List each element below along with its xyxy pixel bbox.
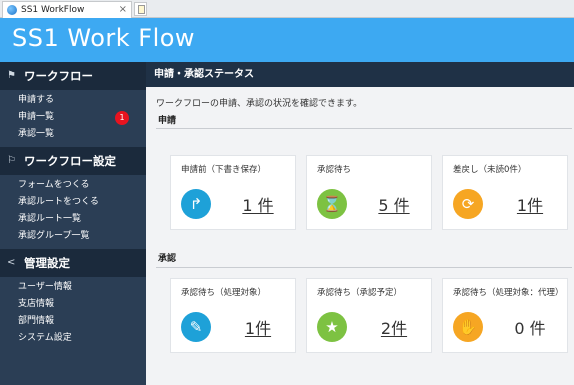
sidebar-item-route-list[interactable]: 承認ルート一覧 <box>0 211 146 228</box>
sidebar-item-create-form[interactable]: フォームをつくる <box>0 177 146 194</box>
sidebar-item-label: 申請する <box>18 95 55 105</box>
app-logo[interactable]: SS1 Work Flow <box>12 24 195 52</box>
sidebar-item-label: ユーザー情報 <box>18 282 72 292</box>
sidebar-item-user-info[interactable]: ユーザー情報 <box>0 279 146 296</box>
sidebar-item-department-info[interactable]: 部門情報 <box>0 313 146 330</box>
status-card-approval-proxy[interactable]: 承認待ち（処理対象：代理） ✋ 0 件 <box>442 278 568 353</box>
card-title: 承認待ち <box>317 165 352 175</box>
refresh-icon: ⟳ <box>453 189 483 219</box>
sidebar: ⚑ ワークフロー 申請する 申請一覧 1 承認一覧 ⚐ ワークフロー設定 フォー… <box>0 62 146 385</box>
group-label-approval: 承認 <box>158 254 177 264</box>
sidebar-item-label: 承認ルートをつくる <box>18 197 99 207</box>
sidebar-section-title: ワークフロー設定 <box>24 154 116 168</box>
sidebar-menu-admin-settings: ユーザー情報 支店情報 部門情報 システム設定 <box>0 277 146 351</box>
sidebar-item-label: 支店情報 <box>18 299 55 309</box>
close-tab-icon[interactable]: × <box>119 2 127 18</box>
status-card-returned[interactable]: 差戻し（未読0件） ⟳ 1件 <box>442 155 568 230</box>
card-title: 申請前（下書き保存） <box>181 165 267 175</box>
card-count-link[interactable]: 1 件 <box>223 192 293 216</box>
status-card-approval-scheduled[interactable]: 承認待ち（承認予定） ★ 2件 <box>306 278 432 353</box>
sidebar-item-label: 申請一覧 <box>18 112 55 122</box>
flag-icon: ⚑ <box>7 70 16 81</box>
card-count-link[interactable]: 1件 <box>223 315 293 339</box>
browser-tab-title: SS1 WorkFlow <box>21 5 85 15</box>
card-count-link[interactable]: 1件 <box>495 192 565 216</box>
browser-tab-strip: SS1 WorkFlow × <box>0 0 574 18</box>
page-title: 申請・承認ステータス <box>146 62 574 87</box>
main-content: 申請・承認ステータス ワークフローの申請、承認の状況を確認できます。 申請 申請… <box>146 62 574 385</box>
redo-arrow-icon: ↱ <box>181 189 211 219</box>
card-count-link[interactable]: 2件 <box>359 315 429 339</box>
sidebar-item-branch-info[interactable]: 支店情報 <box>0 296 146 313</box>
sidebar-menu-workflow-settings: フォームをつくる 承認ルートをつくる 承認ルート一覧 承認グループ一覧 <box>0 175 146 249</box>
sidebar-item-apply[interactable]: 申請する <box>0 92 146 109</box>
sidebar-section-title: 管理設定 <box>24 256 70 270</box>
card-title: 差戻し（未読0件） <box>453 165 527 175</box>
hourglass-icon: ⌛ <box>317 189 347 219</box>
browser-tab[interactable]: SS1 WorkFlow × <box>2 1 132 18</box>
sidebar-item-label: 承認一覧 <box>18 129 55 139</box>
status-card-draft[interactable]: 申請前（下書き保存） ↱ 1 件 <box>170 155 296 230</box>
flag-settings-icon: ⚐ <box>7 155 16 166</box>
sidebar-item-label: 部門情報 <box>18 316 55 326</box>
sidebar-item-system-settings[interactable]: システム設定 <box>0 330 146 347</box>
sidebar-menu-workflow: 申請する 申請一覧 1 承認一覧 <box>0 90 146 147</box>
card-count: 0 件 <box>514 319 546 338</box>
card-title: 承認待ち（処理対象） <box>181 288 267 298</box>
sidebar-item-application-list[interactable]: 申請一覧 1 <box>0 109 146 126</box>
app-header: SS1 Work Flow <box>0 18 574 62</box>
sidebar-item-create-route[interactable]: 承認ルートをつくる <box>0 194 146 211</box>
sidebar-item-label: 承認ルート一覧 <box>18 214 82 224</box>
sidebar-item-label: フォームをつくる <box>18 180 90 190</box>
divider <box>156 128 572 129</box>
browser-favicon-icon <box>7 5 17 15</box>
notification-badge: 1 <box>115 111 129 125</box>
sidebar-item-approval-list[interactable]: 承認一覧 <box>0 126 146 143</box>
application-cards: 申請前（下書き保存） ↱ 1 件 承認待ち ⌛ 5 件 差戻し（未読0件） ⟳ … <box>170 155 568 230</box>
page-description: ワークフローの申請、承認の状況を確認できます。 <box>156 99 363 109</box>
share-icon: < <box>7 257 16 268</box>
sidebar-section-workflow-settings[interactable]: ⚐ ワークフロー設定 <box>0 147 146 175</box>
sidebar-section-workflow[interactable]: ⚑ ワークフロー <box>0 62 146 90</box>
status-card-pending[interactable]: 承認待ち ⌛ 5 件 <box>306 155 432 230</box>
approval-cards: 承認待ち（処理対象） ✎ 1件 承認待ち（承認予定） ★ 2件 承認待ち（処理対… <box>170 278 568 353</box>
sidebar-item-group-list[interactable]: 承認グループ一覧 <box>0 228 146 245</box>
sidebar-item-label: システム設定 <box>18 333 72 343</box>
new-tab-button[interactable] <box>134 2 147 16</box>
card-title: 承認待ち（処理対象：代理） <box>453 288 564 298</box>
proxy-icon: ✋ <box>453 312 483 342</box>
group-label-application: 申請 <box>158 116 177 126</box>
star-icon: ★ <box>317 312 347 342</box>
status-card-approval-target[interactable]: 承認待ち（処理対象） ✎ 1件 <box>170 278 296 353</box>
card-count-link[interactable]: 5 件 <box>359 192 429 216</box>
sidebar-item-label: 承認グループ一覧 <box>18 231 90 241</box>
sidebar-section-admin-settings[interactable]: < 管理設定 <box>0 249 146 277</box>
card-title: 承認待ち（承認予定） <box>317 288 403 298</box>
stamp-icon: ✎ <box>181 312 211 342</box>
divider <box>156 267 572 268</box>
sidebar-section-title: ワークフロー <box>24 69 93 83</box>
